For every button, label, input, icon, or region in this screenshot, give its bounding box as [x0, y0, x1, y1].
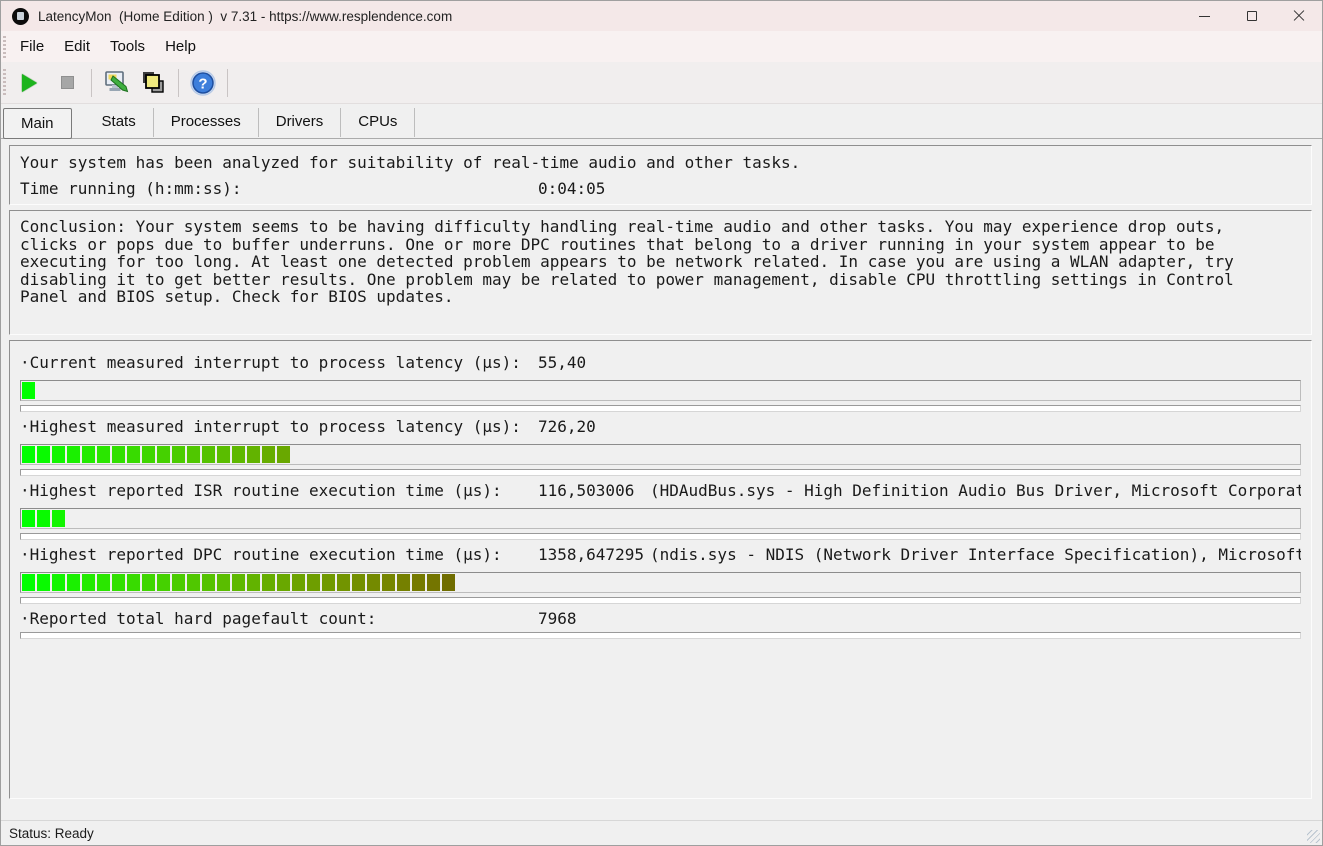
- titlebar: LatencyMon (Home Edition ) v 7.31 - http…: [1, 1, 1322, 31]
- measurement-row-highest-latency: ·Highest measured interrupt to process l…: [20, 418, 1301, 476]
- close-icon: [1293, 10, 1305, 22]
- progress-track: [20, 533, 1301, 540]
- measurement-extra: (ndis.sys - NDIS (Network Driver Interfa…: [650, 546, 1301, 564]
- measurement-extra: (HDAudBus.sys - High Definition Audio Bu…: [650, 482, 1301, 500]
- conclusion-panel: Conclusion: Your system seems to be havi…: [9, 210, 1312, 335]
- window-title: LatencyMon (Home Edition ) v 7.31 - http…: [38, 9, 452, 24]
- resize-grip[interactable]: [1307, 830, 1320, 843]
- toolbar-separator: [227, 69, 228, 97]
- svg-text:?: ?: [198, 75, 207, 92]
- status-text: Status: Ready: [9, 826, 94, 841]
- time-running-line: Time running (h:mm:ss):0:04:05: [20, 176, 1301, 202]
- help-icon: ?: [189, 69, 217, 97]
- menu-help[interactable]: Help: [155, 34, 206, 59]
- window-controls: [1181, 1, 1322, 31]
- measurements-panel: ·Current measured interrupt to process l…: [9, 340, 1312, 799]
- main-content: Your system has been analyzed for suitab…: [1, 139, 1322, 820]
- tab-stats[interactable]: Stats: [85, 108, 154, 137]
- stacked-squares-icon: [141, 70, 167, 96]
- progress-track: [20, 632, 1301, 639]
- tab-label: CPUs: [358, 113, 397, 130]
- measurement-row-isr-time: ·Highest reported ISR routine execution …: [20, 482, 1301, 540]
- toolbar-separator: [178, 69, 179, 97]
- tab-main[interactable]: Main: [3, 108, 72, 139]
- tab-label: Drivers: [276, 113, 324, 130]
- toolbar: ?: [1, 62, 1322, 104]
- latencymon-window: LatencyMon (Home Edition ) v 7.31 - http…: [0, 0, 1323, 846]
- maximize-button[interactable]: [1228, 1, 1275, 31]
- latency-bar: [20, 572, 1301, 593]
- analysis-panel: Your system has been analyzed for suitab…: [9, 145, 1312, 205]
- maximize-icon: [1247, 11, 1257, 21]
- measurement-value: 726,20: [538, 418, 648, 436]
- options-button[interactable]: [98, 66, 134, 100]
- menu-file[interactable]: File: [10, 34, 54, 59]
- latency-bar: [20, 508, 1301, 529]
- measurement-row-dpc-time: ·Highest reported DPC routine execution …: [20, 546, 1301, 604]
- start-monitor-button[interactable]: [11, 66, 47, 100]
- minimize-button[interactable]: [1181, 1, 1228, 31]
- conclusion-text: Conclusion: Your system seems to be havi…: [20, 218, 1285, 306]
- stop-monitor-button[interactable]: [49, 66, 85, 100]
- time-running-label: Time running (h:mm:ss):: [20, 176, 538, 202]
- tab-label: Stats: [102, 113, 136, 130]
- toolbar-separator: [91, 69, 92, 97]
- analysis-text: Your system has been analyzed for suitab…: [20, 150, 1301, 176]
- tab-cpus[interactable]: CPUs: [341, 108, 415, 137]
- app-icon-glyph: [17, 12, 24, 20]
- measurement-row-pagefaults: ·Reported total hard pagefault count:796…: [20, 610, 1301, 639]
- latency-bar: [20, 380, 1301, 401]
- progress-track: [20, 597, 1301, 604]
- measurement-value: 7968: [538, 610, 648, 628]
- measurement-label: ·Highest reported ISR routine execution …: [20, 482, 538, 500]
- tabstrip: Main Stats Processes Drivers CPUs: [1, 104, 1322, 139]
- app-icon: [12, 8, 29, 25]
- tab-drivers[interactable]: Drivers: [259, 108, 342, 137]
- stop-icon: [61, 76, 74, 89]
- play-icon: [22, 74, 37, 92]
- time-running-value: 0:04:05: [538, 179, 605, 198]
- measurement-label: ·Current measured interrupt to process l…: [20, 354, 538, 372]
- measurement-label: ·Highest measured interrupt to process l…: [20, 418, 538, 436]
- measurement-value: 55,40: [538, 354, 648, 372]
- progress-track: [20, 405, 1301, 412]
- tab-label: Main: [21, 115, 54, 132]
- monitor-pencil-icon: [103, 69, 130, 96]
- minimize-icon: [1199, 16, 1210, 17]
- measurement-value: 116,503006: [538, 482, 648, 500]
- measurement-value: 1358,647295: [538, 546, 648, 564]
- menu-edit[interactable]: Edit: [54, 34, 100, 59]
- report-view-button[interactable]: [136, 66, 172, 100]
- measurement-label: ·Reported total hard pagefault count:: [20, 610, 538, 628]
- progress-track: [20, 469, 1301, 476]
- help-button[interactable]: ?: [185, 66, 221, 100]
- close-button[interactable]: [1275, 1, 1322, 31]
- tab-label: Processes: [171, 113, 241, 130]
- latency-bar: [20, 444, 1301, 465]
- statusbar: Status: Ready: [1, 820, 1322, 845]
- toolbar-gripper: [3, 69, 6, 97]
- menubar-gripper: [3, 36, 6, 58]
- measurement-row-current-latency: ·Current measured interrupt to process l…: [20, 354, 1301, 412]
- tab-processes[interactable]: Processes: [154, 108, 259, 137]
- measurement-label: ·Highest reported DPC routine execution …: [20, 546, 538, 564]
- menu-tools[interactable]: Tools: [100, 34, 155, 59]
- menubar: File Edit Tools Help: [1, 31, 1322, 62]
